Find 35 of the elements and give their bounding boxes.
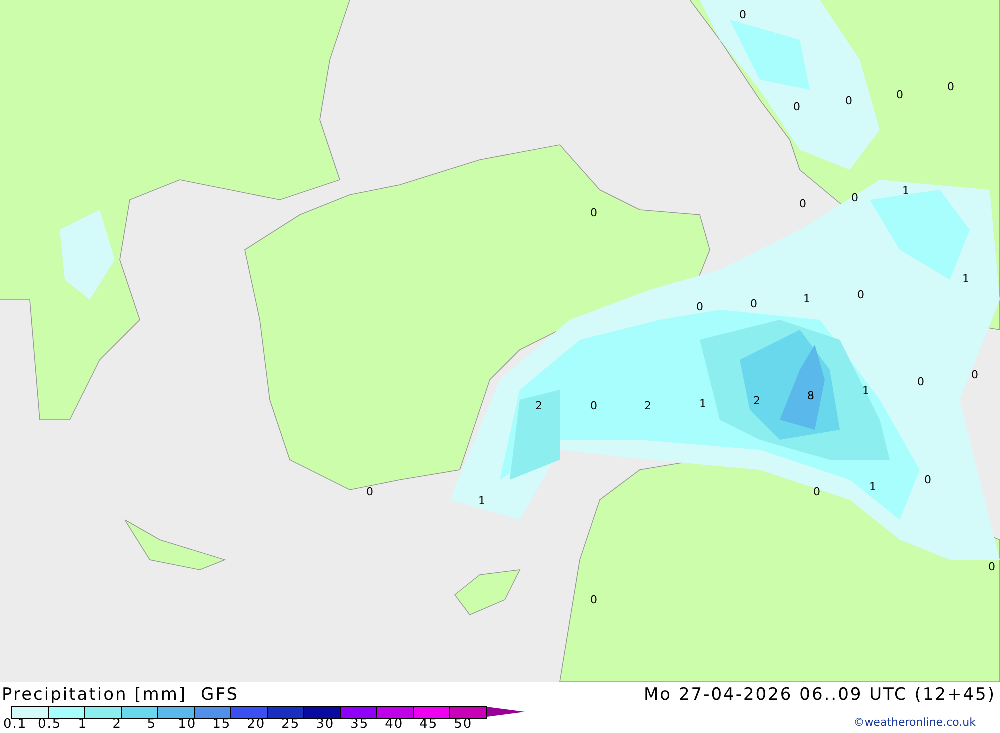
precipitation-value: 1 — [862, 386, 870, 396]
precipitation-value: 0 — [794, 102, 800, 112]
precipitation-value: 1 — [478, 496, 486, 506]
precipitation-value: 2 — [754, 396, 760, 406]
precipitation-value: 0 — [366, 486, 374, 498]
precipitation-value: 1 — [700, 398, 706, 410]
precipitation-value: 0 — [918, 376, 924, 388]
precipitation-value: 0 — [696, 302, 704, 312]
valid-time: Mo 27-04-2026 06..09 UTC (12+45) — [644, 685, 996, 705]
precipitation-value: 2 — [644, 400, 652, 412]
legend-title: Precipitation [mm] — [2, 685, 188, 705]
precipitation-value: 0 — [740, 10, 746, 20]
precipitation-value: 0 — [846, 96, 852, 106]
precipitation-value: 1 — [962, 274, 970, 284]
precipitation-value: 0 — [814, 486, 820, 498]
precipitation-value: 0 — [590, 400, 598, 412]
precipitation-value: 2 — [536, 400, 542, 412]
precipitation-value: 1 — [804, 294, 810, 304]
precipitation-value: 1 — [902, 186, 910, 196]
precipitation-value: 0 — [750, 298, 758, 310]
precipitation-value: 0 — [972, 370, 978, 380]
credit-text: ©weatheronline.co.uk — [854, 716, 976, 729]
precipitation-value: 0 — [988, 562, 996, 572]
model-name: GFS — [201, 685, 239, 705]
precipitation-value: 0 — [948, 82, 954, 92]
precipitation-value: 0 — [800, 198, 806, 210]
precipitation-value: 0 — [852, 192, 858, 204]
precipitation-value: 0 — [858, 290, 864, 300]
precipitation-value: 0 — [896, 90, 904, 100]
precipitation-value: 1 — [870, 482, 876, 492]
precipitation-value: 0 — [590, 208, 598, 218]
precipitation-value: 0 — [924, 474, 932, 486]
precipitation-value: 8 — [808, 390, 814, 402]
precipitation-value: 0 — [590, 594, 598, 606]
legend-tick-label: 0.1 — [4, 718, 28, 732]
